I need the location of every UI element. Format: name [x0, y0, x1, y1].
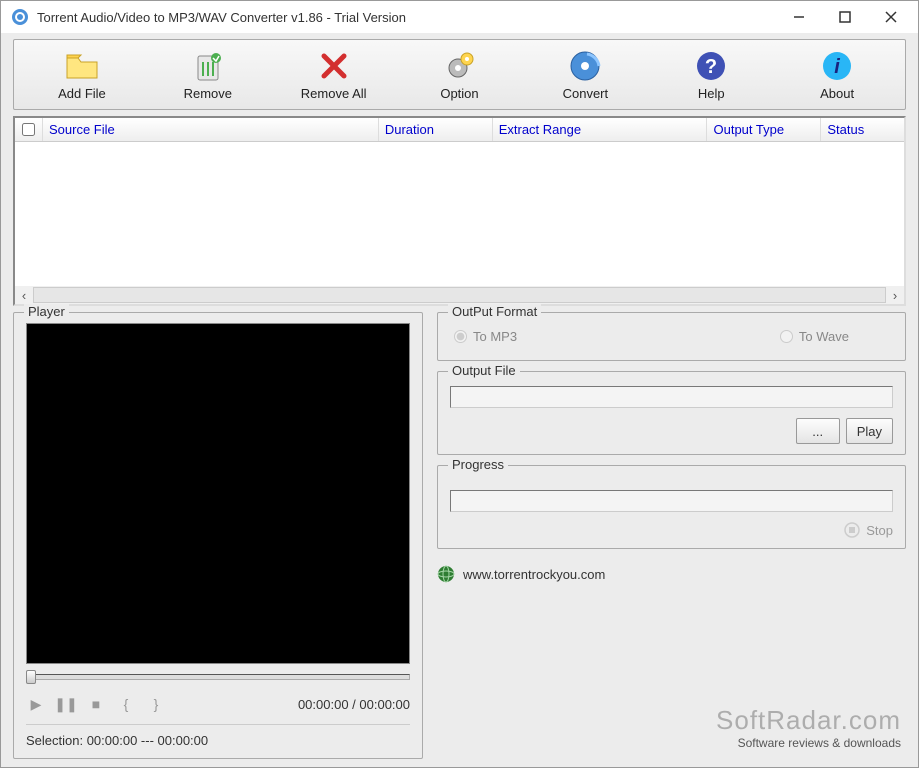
radio-mp3[interactable]: To MP3 [454, 329, 517, 344]
column-status[interactable]: Status [821, 118, 904, 141]
output-file-path [450, 386, 893, 408]
minimize-button[interactable] [776, 2, 822, 32]
close-button[interactable] [868, 2, 914, 32]
seek-slider[interactable] [26, 670, 410, 684]
list-body[interactable] [15, 142, 904, 286]
radio-wave[interactable]: To Wave [780, 329, 849, 344]
website-link[interactable]: www.torrentrockyou.com [463, 567, 605, 582]
horizontal-scrollbar[interactable]: ‹ › [15, 286, 904, 304]
select-all-checkbox[interactable] [15, 118, 43, 141]
stop-button[interactable]: Stop [866, 523, 893, 538]
play-button[interactable]: ▶ [26, 694, 46, 714]
column-output-type[interactable]: Output Type [707, 118, 821, 141]
window-title: Torrent Audio/Video to MP3/WAV Converter… [35, 10, 776, 25]
browse-button[interactable]: ... [796, 418, 840, 444]
help-button[interactable]: ? Help [653, 44, 769, 105]
column-duration[interactable]: Duration [379, 118, 493, 141]
help-icon: ? [693, 48, 729, 84]
output-file-panel: Output File ... Play [437, 371, 906, 455]
recycle-icon [190, 48, 226, 84]
remove-all-button[interactable]: Remove All [276, 44, 392, 105]
stop-icon [844, 522, 860, 538]
scroll-left-icon[interactable]: ‹ [15, 286, 33, 304]
add-file-button[interactable]: Add File [24, 44, 140, 105]
app-icon [11, 8, 29, 26]
convert-button[interactable]: Convert [527, 44, 643, 105]
gear-icon [442, 48, 478, 84]
remove-button[interactable]: Remove [150, 44, 266, 105]
folder-icon [64, 48, 100, 84]
about-button[interactable]: i About [779, 44, 895, 105]
file-list: Source File Duration Extract Range Outpu… [13, 116, 906, 306]
column-range[interactable]: Extract Range [493, 118, 708, 141]
selection-display: Selection: 00:00:00 --- 00:00:00 [26, 724, 410, 748]
option-button[interactable]: Option [402, 44, 518, 105]
column-source[interactable]: Source File [43, 118, 379, 141]
footer: www.torrentrockyou.com [437, 565, 906, 583]
player-legend: Player [24, 304, 69, 319]
output-file-legend: Output File [448, 363, 520, 378]
titlebar: Torrent Audio/Video to MP3/WAV Converter… [1, 1, 918, 33]
globe-icon [437, 565, 455, 583]
mark-in-button[interactable]: { [116, 694, 136, 714]
output-format-legend: OutPut Format [448, 304, 541, 319]
disc-icon [567, 48, 603, 84]
x-icon [316, 48, 352, 84]
info-icon: i [819, 48, 855, 84]
play-output-button[interactable]: Play [846, 418, 893, 444]
video-preview[interactable] [26, 323, 410, 664]
pause-button[interactable]: ❚❚ [56, 694, 76, 714]
svg-text:i: i [834, 56, 840, 78]
output-format-panel: OutPut Format To MP3 To Wave [437, 312, 906, 361]
maximize-button[interactable] [822, 2, 868, 32]
svg-text:?: ? [705, 56, 717, 78]
player-panel: Player ▶ ❚❚ ■ { } 00:00:00 / 00:00:00 Se… [13, 312, 423, 759]
toolbar: Add File Remove Remove All Option Conver… [13, 39, 906, 110]
progress-panel: Progress Stop [437, 465, 906, 549]
progress-legend: Progress [448, 457, 508, 472]
time-display: 00:00:00 / 00:00:00 [298, 697, 410, 712]
progress-bar [450, 490, 893, 512]
mark-out-button[interactable]: } [146, 694, 166, 714]
scroll-right-icon[interactable]: › [886, 286, 904, 304]
stop-playback-button[interactable]: ■ [86, 694, 106, 714]
